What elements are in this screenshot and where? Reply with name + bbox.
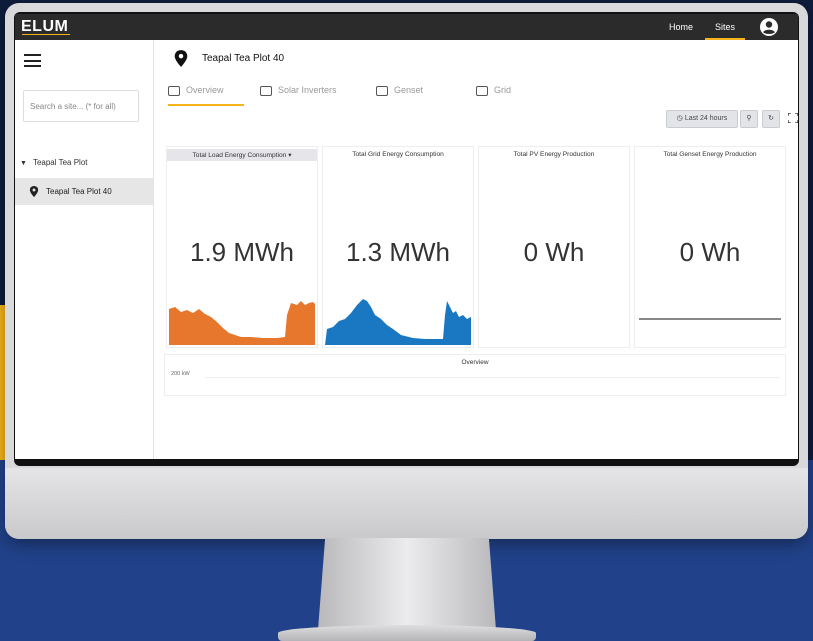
zoom-button[interactable]: ⚲: [740, 110, 758, 128]
sidebar: Search a site... (* for all) ▼ Teapal Tea…: [15, 40, 154, 459]
tab-label: Overview: [186, 85, 224, 95]
card-value: 0 Wh: [523, 237, 585, 267]
grid-sparkline: [325, 299, 471, 345]
fullscreen-icon[interactable]: [788, 113, 798, 123]
tab-label: Genset: [394, 85, 424, 95]
refresh-button[interactable]: ↻: [762, 110, 780, 128]
time-range-picker[interactable]: ◷ Last 24 hours: [666, 110, 738, 128]
user-account-icon[interactable]: [759, 17, 779, 37]
tab-label: Grid: [494, 85, 512, 95]
genset-sparkline: [639, 318, 781, 320]
tab-solar-inverters[interactable]: Solar Inverters: [260, 80, 337, 104]
chevron-down-icon: ▾: [288, 152, 292, 159]
clock-icon: ◷: [676, 115, 683, 122]
tab-label: Solar Inverters: [278, 85, 337, 95]
stat-card-genset[interactable]: Total Genset Energy Production 0 Wh: [634, 146, 786, 348]
stat-card-load[interactable]: Total Load Energy Consumption ▾ 1.9 MWh: [166, 146, 318, 348]
tab-genset[interactable]: Genset: [376, 80, 423, 104]
tab-bar: Overview Solar Inverters Genset Grid: [154, 80, 798, 106]
page-title: Teapal Tea Plot 40: [202, 53, 285, 64]
location-pin-icon: [174, 50, 188, 67]
load-sparkline: [169, 301, 315, 345]
menu-icon[interactable]: [24, 54, 41, 67]
nav-sites[interactable]: Sites: [705, 14, 746, 40]
card-title: Total Grid Energy Consumption: [352, 151, 444, 158]
monitor-stand-neck: [318, 538, 496, 630]
location-pin-icon: [29, 186, 39, 197]
refresh-icon: ↻: [768, 115, 774, 122]
overview-title: Overview: [461, 359, 489, 366]
tab-grid[interactable]: Grid: [476, 80, 511, 104]
checkbox-icon: [476, 85, 488, 96]
time-range-label: Last 24 hours: [684, 115, 728, 122]
gridline: [205, 377, 780, 378]
card-title: Total Genset Energy Production: [663, 151, 757, 158]
tab-overview[interactable]: Overview: [168, 80, 244, 106]
tree-group-teapal[interactable]: ▼ Teapal Tea Plot: [20, 158, 88, 167]
card-value: 1.3 MWh: [345, 237, 451, 267]
monitor-chin: [5, 468, 808, 539]
overview-chart: Overview 200 kW: [164, 354, 786, 396]
checkbox-icon: [260, 85, 272, 96]
stat-card-grid[interactable]: Total Grid Energy Consumption 1.3 MWh: [322, 146, 474, 348]
stat-card-pv[interactable]: Total PV Energy Production 0 Wh: [478, 146, 630, 348]
chevron-down-icon: ▼: [20, 160, 27, 167]
tree-group-label: Teapal Tea Plot: [32, 158, 88, 167]
sidebar-item-label: Teapal Tea Plot 40: [46, 187, 112, 196]
card-value: 0 Wh: [679, 237, 741, 267]
card-title[interactable]: Total Load Energy Consumption ▾: [167, 149, 317, 161]
checkbox-icon: [168, 85, 180, 96]
checkbox-icon: [376, 85, 388, 96]
site-search-input[interactable]: Search a site... (* for all): [23, 90, 139, 122]
card-title: Total PV Energy Production: [513, 151, 595, 158]
logo-underline: [22, 34, 70, 35]
app-screen: ELUM Home Sites Search a site... (* for …: [15, 14, 798, 459]
search-icon: ⚲: [746, 115, 752, 122]
y-axis-tick: 200 kW: [171, 371, 190, 377]
top-bar: ELUM Home Sites: [15, 14, 798, 40]
card-value: 1.9 MWh: [189, 237, 295, 267]
monitor-stand-foot: [278, 625, 536, 641]
sidebar-item-teapal-40[interactable]: Teapal Tea Plot 40: [15, 178, 153, 205]
main-panel: Teapal Tea Plot 40 Overview Solar Invert…: [154, 40, 798, 459]
nav-home[interactable]: Home: [659, 14, 703, 40]
